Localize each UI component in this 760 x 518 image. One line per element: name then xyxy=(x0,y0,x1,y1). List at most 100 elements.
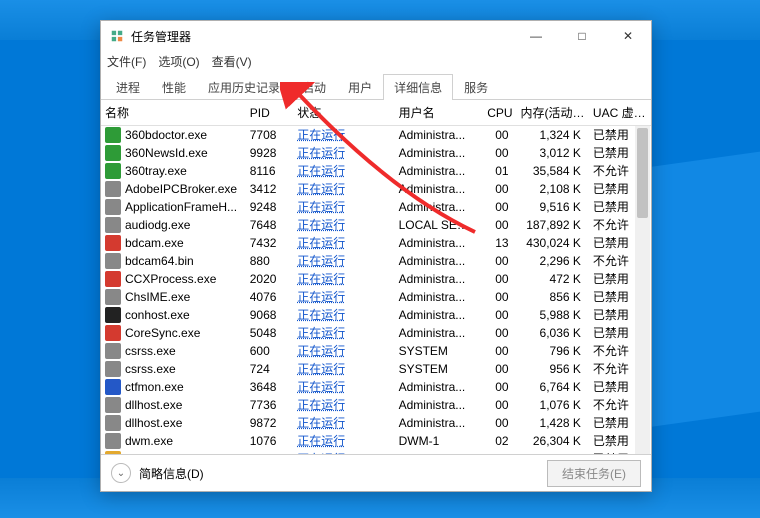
menu-file[interactable]: 文件(F) xyxy=(107,53,146,70)
mem-cell: 856 K xyxy=(517,288,589,306)
pid-cell: 880 xyxy=(246,252,294,270)
process-name-cell: ChsIME.exe xyxy=(125,290,190,305)
tab-services[interactable]: 服务 xyxy=(453,74,499,100)
table-row[interactable]: dllhost.exe7736正在运行Administra...001,076 … xyxy=(101,396,651,414)
status-cell: 正在运行 xyxy=(293,414,353,432)
table-row[interactable]: audiodg.exe7648正在运行LOCAL SER...00187,892… xyxy=(101,216,651,234)
tab-startup[interactable]: 启动 xyxy=(291,74,337,100)
mem-cell: 35,584 K xyxy=(517,162,589,180)
user-cell: Administra... xyxy=(395,126,480,145)
col-cpu[interactable]: CPU xyxy=(479,100,516,126)
col-name[interactable]: 名称 xyxy=(101,100,246,126)
cpu-cell: 00 xyxy=(479,450,516,454)
process-name-cell: dwm.exe xyxy=(125,434,173,449)
process-icon xyxy=(105,307,121,323)
table-row[interactable]: CoreSync.exe5048正在运行Administra...006,036… xyxy=(101,324,651,342)
scrollbar-thumb[interactable] xyxy=(637,128,648,218)
column-header-row[interactable]: 名称 PID 状态 用户名 CPU 内存(活动的… UAC 虚拟化 xyxy=(101,100,651,126)
col-user[interactable]: 用户名 xyxy=(395,100,480,126)
pid-cell: 2020 xyxy=(246,270,294,288)
pid-cell: 5048 xyxy=(246,324,294,342)
col-mem[interactable]: 内存(活动的… xyxy=(517,100,589,126)
pid-cell: 3412 xyxy=(246,180,294,198)
table-row[interactable]: 360NewsId.exe9928正在运行Administra...003,01… xyxy=(101,144,651,162)
menu-options[interactable]: 选项(O) xyxy=(158,53,199,70)
process-name-cell: AdobeIPCBroker.exe xyxy=(125,182,237,197)
mem-cell: 6,764 K xyxy=(517,378,589,396)
process-name-cell: conhost.exe xyxy=(125,308,190,323)
status-cell: 正在运行 xyxy=(293,378,353,396)
process-icon xyxy=(105,235,121,251)
pid-cell: 7736 xyxy=(246,396,294,414)
user-cell: SYSTEM xyxy=(395,360,480,378)
mem-cell: 796 K xyxy=(517,342,589,360)
process-name-cell: CCXProcess.exe xyxy=(125,272,216,287)
close-button[interactable]: ✕ xyxy=(605,21,651,51)
cpu-cell: 00 xyxy=(479,396,516,414)
tab-details[interactable]: 详细信息 xyxy=(383,74,453,100)
table-row[interactable]: explorer.exe4256正在运行Administra...0074,18… xyxy=(101,450,651,454)
user-cell: Administra... xyxy=(395,306,480,324)
status-cell: 正在运行 xyxy=(293,234,353,252)
process-name-cell: bdcam.exe xyxy=(125,236,184,251)
mem-cell: 5,988 K xyxy=(517,306,589,324)
process-name-cell: csrss.exe xyxy=(125,344,176,359)
mem-cell: 1,428 K xyxy=(517,414,589,432)
mem-cell: 472 K xyxy=(517,270,589,288)
col-status[interactable]: 状态 xyxy=(293,100,353,126)
table-row[interactable]: ApplicationFrameH...9248正在运行Administra..… xyxy=(101,198,651,216)
user-cell: Administra... xyxy=(395,396,480,414)
title-bar[interactable]: 任务管理器 — □ ✕ xyxy=(101,21,651,51)
table-row[interactable]: CCXProcess.exe2020正在运行Administra...00472… xyxy=(101,270,651,288)
process-name-cell: 360NewsId.exe xyxy=(125,146,208,161)
table-row[interactable]: dwm.exe1076正在运行DWM-10226,304 K已禁用 xyxy=(101,432,651,450)
table-row[interactable]: ChsIME.exe4076正在运行Administra...00856 K已禁… xyxy=(101,288,651,306)
pid-cell: 9068 xyxy=(246,306,294,324)
table-row[interactable]: ctfmon.exe3648正在运行Administra...006,764 K… xyxy=(101,378,651,396)
process-icon xyxy=(105,199,121,215)
footer-bar: ⌄ 简略信息(D) 结束任务(E) xyxy=(101,454,651,491)
user-cell: Administra... xyxy=(395,144,480,162)
cpu-cell: 00 xyxy=(479,306,516,324)
tab-users[interactable]: 用户 xyxy=(337,74,383,100)
col-pid[interactable]: PID xyxy=(246,100,294,126)
col-uac[interactable]: UAC 虚拟化 xyxy=(589,100,651,126)
process-name-cell: 360tray.exe xyxy=(125,164,187,179)
process-icon xyxy=(105,181,121,197)
table-row[interactable]: 360bdoctor.exe7708正在运行Administra...001,3… xyxy=(101,126,651,145)
cpu-cell: 00 xyxy=(479,414,516,432)
table-row[interactable]: conhost.exe9068正在运行Administra...005,988 … xyxy=(101,306,651,324)
process-name-cell: csrss.exe xyxy=(125,362,176,377)
menu-view[interactable]: 查看(V) xyxy=(212,53,252,70)
vertical-scrollbar[interactable] xyxy=(635,126,650,454)
fewer-details-chevron-icon[interactable]: ⌄ xyxy=(111,463,131,483)
table-row[interactable]: bdcam64.bin880正在运行Administra...002,296 K… xyxy=(101,252,651,270)
end-task-button[interactable]: 结束任务(E) xyxy=(547,460,641,487)
table-row[interactable]: dllhost.exe9872正在运行Administra...001,428 … xyxy=(101,414,651,432)
tab-performance[interactable]: 性能 xyxy=(151,74,197,100)
status-cell: 正在运行 xyxy=(293,342,353,360)
tab-history[interactable]: 应用历史记录 xyxy=(197,74,291,100)
process-icon xyxy=(105,325,121,341)
process-name-cell: bdcam64.bin xyxy=(125,254,194,269)
table-row[interactable]: bdcam.exe7432正在运行Administra...13430,024 … xyxy=(101,234,651,252)
cpu-cell: 00 xyxy=(479,342,516,360)
table-row[interactable]: csrss.exe600正在运行SYSTEM00796 K不允许 xyxy=(101,342,651,360)
maximize-button[interactable]: □ xyxy=(559,21,605,51)
process-list: 名称 PID 状态 用户名 CPU 内存(活动的… UAC 虚拟化 360bdo… xyxy=(101,100,651,454)
table-row[interactable]: 360tray.exe8116正在运行Administra...0135,584… xyxy=(101,162,651,180)
cpu-cell: 00 xyxy=(479,126,516,145)
process-icon xyxy=(105,415,121,431)
process-name-cell: CoreSync.exe xyxy=(125,326,200,341)
cpu-cell: 00 xyxy=(479,216,516,234)
mem-cell: 9,516 K xyxy=(517,198,589,216)
status-cell: 正在运行 xyxy=(293,450,353,454)
table-row[interactable]: csrss.exe724正在运行SYSTEM00956 K不允许 xyxy=(101,360,651,378)
process-icon xyxy=(105,163,121,179)
fewer-details-label[interactable]: 简略信息(D) xyxy=(139,465,204,482)
process-name-cell: explorer.exe xyxy=(125,452,190,455)
table-row[interactable]: AdobeIPCBroker.exe3412正在运行Administra...0… xyxy=(101,180,651,198)
minimize-button[interactable]: — xyxy=(513,21,559,51)
tab-processes[interactable]: 进程 xyxy=(105,74,151,100)
tab-strip: 进程 性能 应用历史记录 启动 用户 详细信息 服务 xyxy=(101,73,651,100)
